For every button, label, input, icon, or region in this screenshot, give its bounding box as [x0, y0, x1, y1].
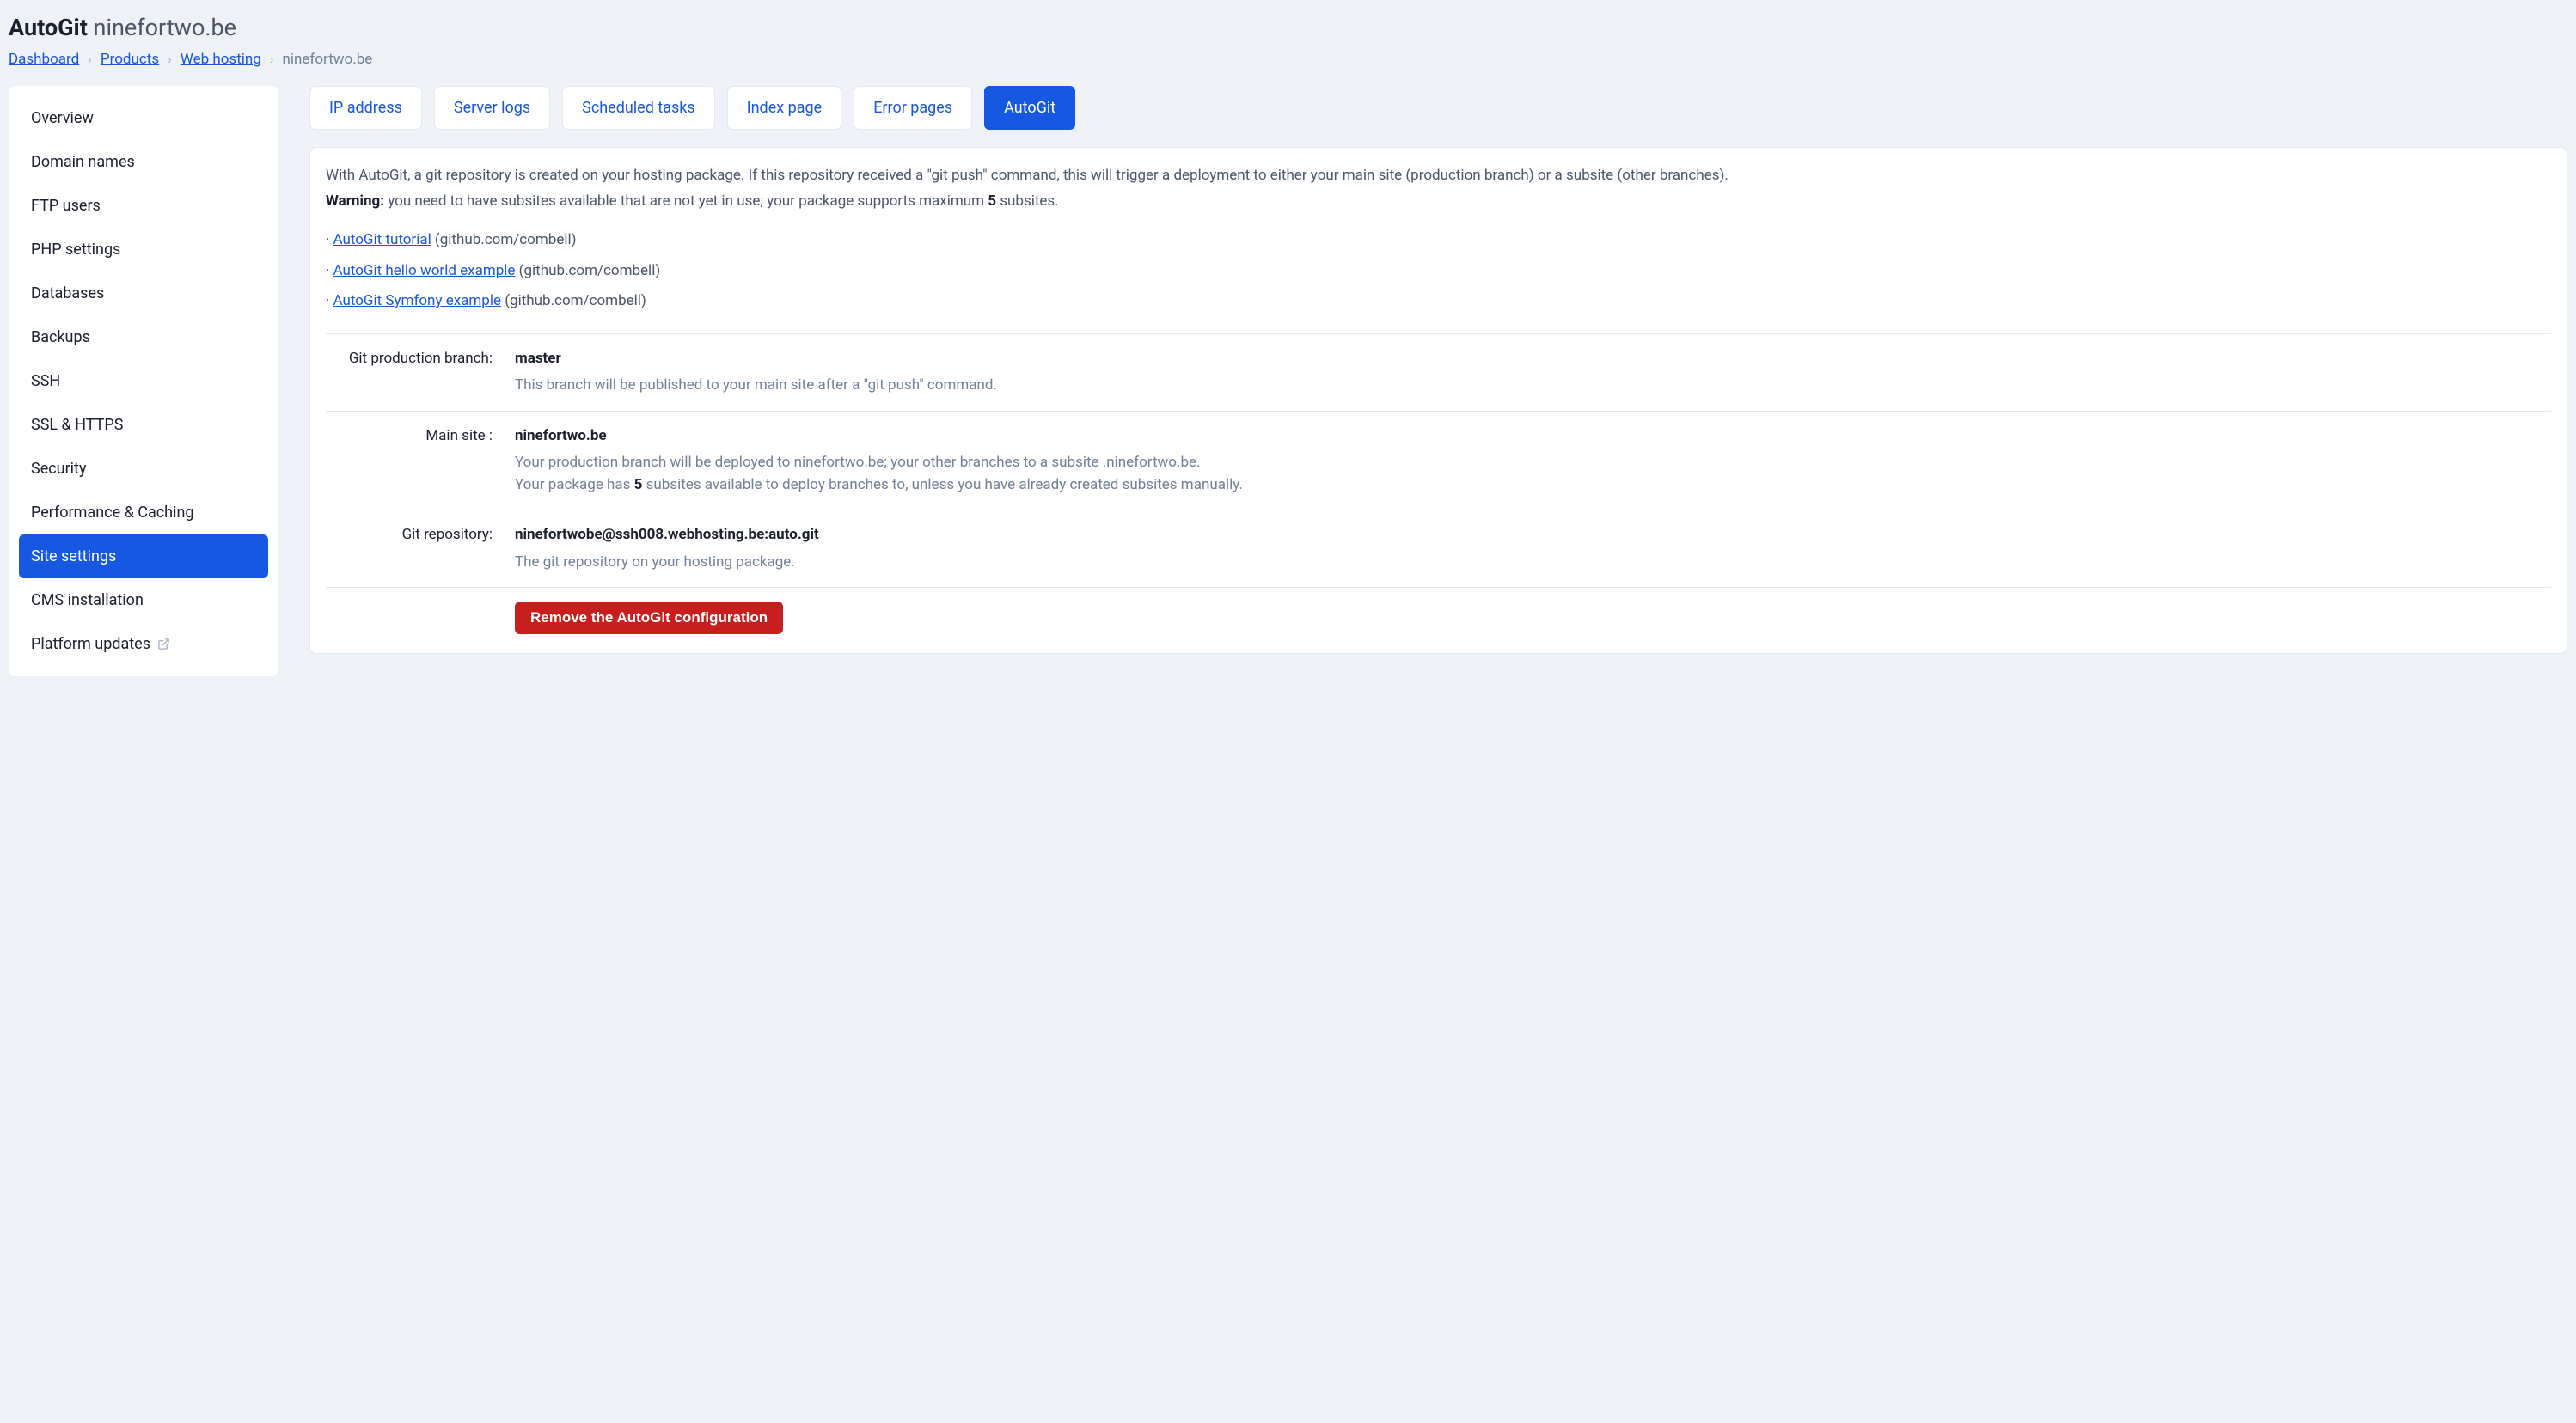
detail-body-mainsite: ninefortwo.be Your production branch wil…	[515, 425, 2551, 497]
detail-body-repo: ninefortwobe@ssh008.webhosting.be:auto.g…	[515, 524, 2551, 573]
remove-autogit-button[interactable]: Remove the AutoGit configuration	[515, 602, 783, 634]
sidebar-item-site-settings[interactable]: Site settings	[19, 534, 268, 578]
warning-text-after: subsites.	[996, 192, 1059, 210]
bullet-icon: ·	[326, 231, 329, 248]
intro-text: With AutoGit, a git repository is create…	[326, 165, 2551, 212]
sidebar-item-label: Performance & Caching	[31, 501, 194, 524]
sidebar-item-label: Security	[31, 457, 86, 480]
link-line-hello-world: ·AutoGit hello world example (github.com…	[326, 260, 2551, 283]
detail-row-branch: Git production branch: master This branc…	[326, 333, 2551, 411]
bullet-icon: ·	[326, 262, 329, 279]
branch-desc: This branch will be published to your ma…	[515, 375, 2551, 397]
sidebar-item-label: Domain names	[31, 150, 135, 174]
tab-server-logs[interactable]: Server logs	[434, 86, 550, 130]
sidebar-item-label: SSH	[31, 369, 60, 393]
link-line-symfony: ·AutoGit Symfony example (github.com/com…	[326, 290, 2551, 313]
tab-index-page[interactable]: Index page	[727, 86, 841, 130]
sidebar-item-platform-updates[interactable]: Platform updates	[19, 622, 268, 666]
tab-ip-address[interactable]: IP address	[309, 86, 422, 130]
sidebar-item-ssh[interactable]: SSH	[19, 359, 268, 403]
breadcrumb-current: ninefortwo.be	[283, 51, 373, 68]
page-title-light: ninefortwo.be	[94, 14, 236, 41]
breadcrumb-dashboard[interactable]: Dashboard	[9, 51, 79, 68]
detail-body-branch: master This branch will be published to …	[515, 348, 2551, 397]
breadcrumb-products[interactable]: Products	[101, 51, 159, 68]
detail-label-repo: Git repository:	[326, 524, 515, 573]
warning-text-before: you need to have subsites available that…	[384, 192, 988, 210]
sidebar-item-label: FTP users	[31, 194, 101, 217]
warning-label: Warning:	[326, 192, 384, 210]
sidebar-item-label: SSL & HTTPS	[31, 413, 123, 437]
page-title: AutoGit ninefortwo.be	[9, 10, 2567, 46]
sidebar-item-security[interactable]: Security	[19, 447, 268, 491]
breadcrumb-webhosting[interactable]: Web hosting	[181, 51, 261, 68]
sidebar-item-label: Overview	[31, 107, 94, 130]
intro-warning: Warning: you need to have subsites avail…	[326, 191, 2551, 213]
breadcrumb-separator: ›	[270, 53, 273, 67]
tab-autogit[interactable]: AutoGit	[984, 86, 1075, 130]
config-details: Git production branch: master This branc…	[326, 333, 2551, 635]
autogit-helloworld-link[interactable]: AutoGit hello world example	[333, 262, 515, 279]
sidebar-item-php-settings[interactable]: PHP settings	[19, 228, 268, 272]
bullet-icon: ·	[326, 292, 329, 309]
page-header: AutoGit ninefortwo.be Dashboard › Produc…	[9, 0, 2567, 86]
warning-subsites-count: 5	[988, 192, 996, 210]
autogit-symfony-link[interactable]: AutoGit Symfony example	[333, 292, 501, 309]
sidebar-item-backups[interactable]: Backups	[19, 315, 268, 359]
sidebar-item-label: PHP settings	[31, 238, 120, 261]
detail-label-branch: Git production branch:	[326, 348, 515, 397]
sidebar-item-label: Databases	[31, 282, 104, 305]
autogit-tutorial-link[interactable]: AutoGit tutorial	[333, 231, 431, 248]
mainsite-desc-2: Your package has 5 subsites available to…	[515, 474, 2551, 497]
sidebar-item-label: Platform updates	[31, 632, 150, 656]
detail-row-repo: Git repository: ninefortwobe@ssh008.webh…	[326, 510, 2551, 587]
main-content: IP address Server logs Scheduled tasks I…	[309, 86, 2567, 654]
sidebar-item-domain-names[interactable]: Domain names	[19, 140, 268, 184]
sidebar-item-label: Site settings	[31, 545, 116, 568]
link-line-tutorial: ·AutoGit tutorial (github.com/combell)	[326, 229, 2551, 252]
mainsite-subsites-count: 5	[634, 476, 643, 493]
link-suffix: (github.com/combell)	[501, 292, 646, 309]
detail-row-mainsite: Main site : ninefortwo.be Your productio…	[326, 411, 2551, 510]
repo-desc: The git repository on your hosting packa…	[515, 552, 2551, 574]
external-link-icon	[157, 638, 170, 650]
breadcrumb-separator: ›	[168, 53, 171, 67]
tabs: IP address Server logs Scheduled tasks I…	[309, 86, 2567, 130]
mainsite-desc-1: Your production branch will be deployed …	[515, 452, 2551, 474]
sidebar-item-label: Backups	[31, 326, 90, 349]
page-title-bold: AutoGit	[9, 14, 88, 41]
branch-value: master	[515, 348, 2551, 370]
breadcrumb-separator: ›	[88, 53, 91, 67]
intro-line-1: With AutoGit, a git repository is create…	[326, 165, 2551, 187]
link-suffix: (github.com/combell)	[431, 231, 577, 248]
sidebar-item-cms-installation[interactable]: CMS installation	[19, 578, 268, 622]
sidebar-item-databases[interactable]: Databases	[19, 272, 268, 315]
help-links: ·AutoGit tutorial (github.com/combell) ·…	[326, 229, 2551, 313]
repo-value: ninefortwobe@ssh008.webhosting.be:auto.g…	[515, 524, 2551, 547]
sidebar: Overview Domain names FTP users PHP sett…	[9, 86, 278, 676]
sidebar-item-ssl-https[interactable]: SSL & HTTPS	[19, 403, 268, 447]
action-row: Remove the AutoGit configuration	[326, 587, 2551, 634]
mainsite-value: ninefortwo.be	[515, 425, 2551, 448]
tab-scheduled-tasks[interactable]: Scheduled tasks	[562, 86, 715, 130]
sidebar-item-label: CMS installation	[31, 589, 144, 612]
tab-error-pages[interactable]: Error pages	[854, 86, 972, 130]
autogit-panel: With AutoGit, a git repository is create…	[309, 147, 2567, 654]
sidebar-item-performance-caching[interactable]: Performance & Caching	[19, 491, 268, 534]
link-suffix: (github.com/combell)	[515, 262, 660, 279]
detail-label-mainsite: Main site :	[326, 425, 515, 497]
breadcrumb: Dashboard › Products › Web hosting › nin…	[9, 49, 2567, 71]
sidebar-item-ftp-users[interactable]: FTP users	[19, 184, 268, 228]
sidebar-item-overview[interactable]: Overview	[19, 96, 268, 140]
